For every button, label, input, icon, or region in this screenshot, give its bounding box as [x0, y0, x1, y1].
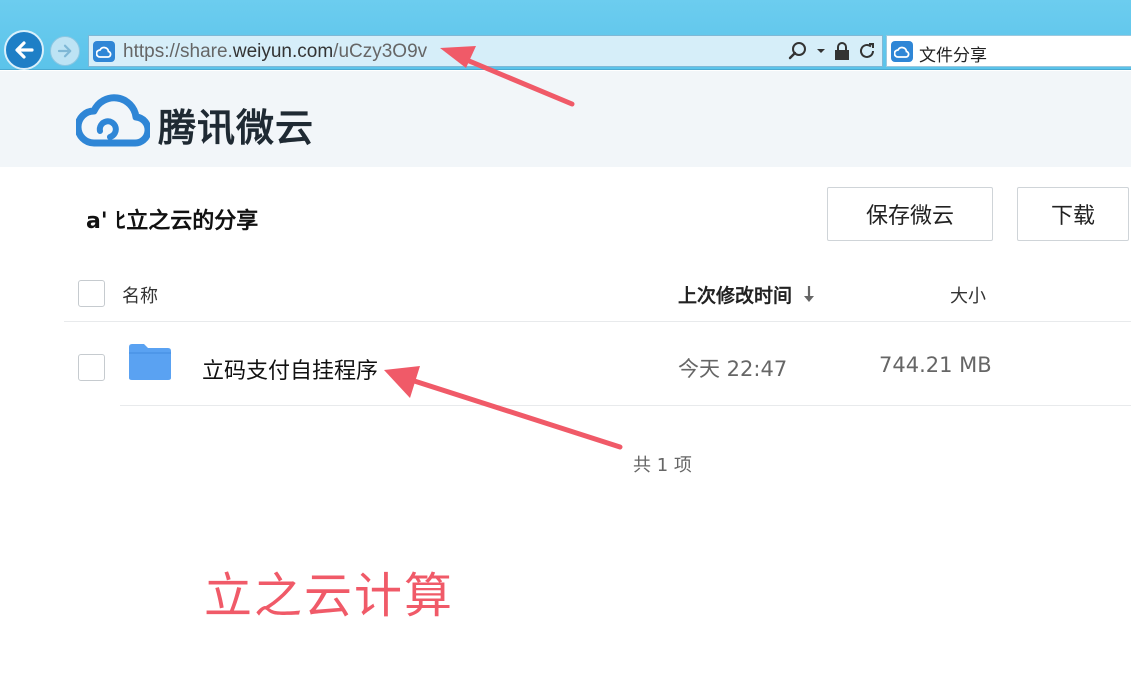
row-divider	[120, 405, 1131, 406]
address-bar-icons	[788, 41, 876, 61]
browser-toolbar: https://share.weiyun.com/uCzy3O9v 文件分享	[0, 0, 1131, 70]
file-size: 744.21 MB	[879, 353, 992, 377]
weiyun-logo-icon[interactable]	[76, 91, 150, 147]
sort-down-icon[interactable]	[802, 284, 816, 304]
url-text: https://share.weiyun.com/uCzy3O9v	[123, 41, 427, 63]
tab-title: 文件分享	[919, 46, 987, 66]
annotation-arrow-file	[384, 366, 623, 450]
file-modified: 今天 22:47	[678, 357, 788, 381]
url-domain: weiyun.com	[232, 41, 334, 62]
row-checkbox[interactable]	[78, 354, 105, 381]
weiyun-favicon-icon	[93, 41, 115, 62]
back-arrow-icon	[15, 41, 34, 59]
back-button[interactable]	[4, 30, 44, 70]
watermark-text: 立之云计算	[204, 568, 455, 624]
column-header-name[interactable]: 名称	[122, 282, 158, 308]
column-header-size[interactable]: 大小	[950, 282, 986, 308]
forward-arrow-icon	[57, 44, 72, 58]
tab-favicon-icon	[891, 41, 913, 62]
app-root: https://share.weiyun.com/uCzy3O9v 文件分享 腾…	[0, 0, 1131, 692]
address-bar[interactable]: https://share.weiyun.com/uCzy3O9v	[88, 35, 883, 67]
item-count: 共 1 项	[633, 455, 692, 476]
chevron-down-icon[interactable]	[816, 47, 826, 55]
brand-name: 腾讯微云	[158, 106, 315, 150]
save-to-weiyun-button[interactable]: 保存微云	[827, 187, 993, 241]
download-button[interactable]: 下载	[1017, 187, 1129, 241]
lock-icon[interactable]	[834, 42, 850, 60]
site-header: 腾讯微云	[0, 71, 1131, 167]
folder-icon	[129, 344, 171, 380]
file-name[interactable]: 立码支付自挂程序	[202, 353, 378, 385]
url-path: /uCzy3O9v	[333, 41, 428, 62]
search-icon[interactable]	[788, 41, 808, 61]
column-header-modified[interactable]: 上次修改时间	[678, 281, 792, 308]
header-divider	[64, 321, 1131, 322]
refresh-icon[interactable]	[858, 42, 876, 60]
share-title: a' ﾋ立之云的分享	[86, 209, 259, 234]
select-all-checkbox[interactable]	[78, 280, 105, 307]
forward-button[interactable]	[50, 36, 80, 66]
url-prefix: https://share.	[123, 41, 233, 62]
browser-tab[interactable]: 文件分享	[886, 35, 1131, 67]
